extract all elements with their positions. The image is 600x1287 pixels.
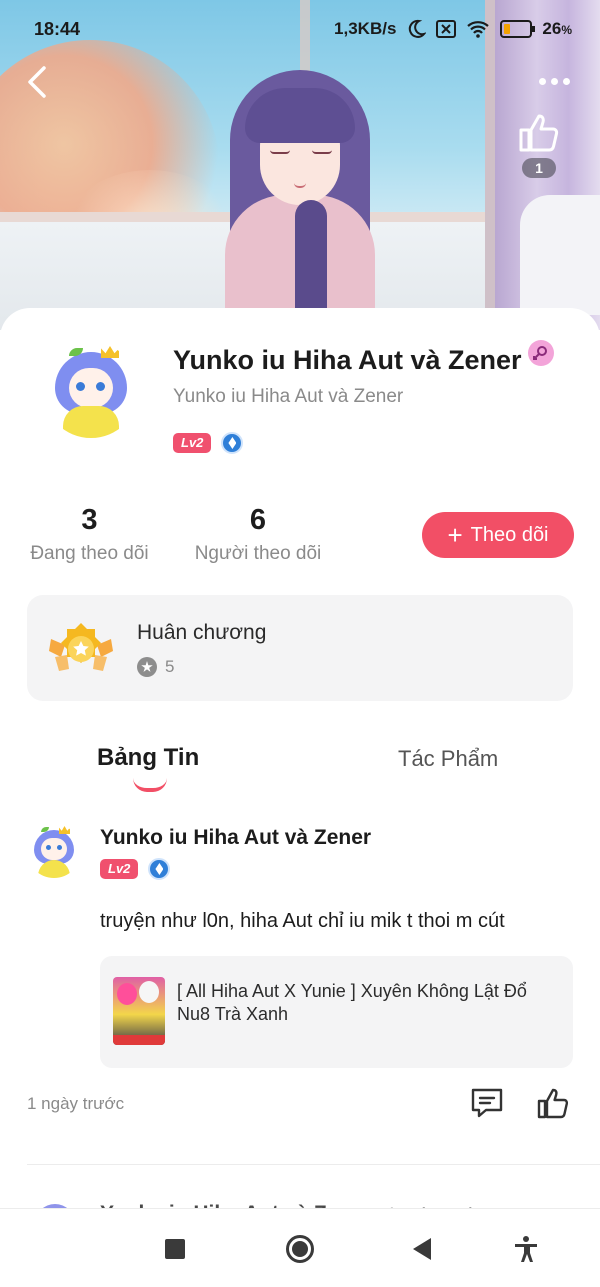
level-badge[interactable]: Lv2 [173,433,212,453]
home-button[interactable] [280,1229,320,1269]
medals-count: 5 [137,657,174,677]
profile-name-text: Yunko iu Hiha Aut và Zener [173,345,522,375]
wifi-icon [467,21,490,38]
post-author-name[interactable]: Yunko iu Hiha Aut và Zener [100,826,371,850]
sim-off-icon [436,20,457,38]
following-stat[interactable]: 3 Đang theo dõi [27,504,152,565]
cover-character [200,70,400,330]
follow-button-label: Theo dõi [470,523,549,546]
cover-sofa [520,195,600,315]
plus-icon: + [447,520,463,550]
follow-button[interactable]: + Theo dõi [422,512,574,558]
story-title: [ All Hiha Aut X Yunie ] Xuyên Không Lật… [177,981,527,1024]
recents-button[interactable] [155,1229,195,1269]
battery-percent: 26% [542,19,572,38]
status-bar: 18:44 1,3KB/s 26% [0,0,600,58]
followers-count: 6 [249,504,267,536]
more-options-button[interactable] [532,66,576,96]
post-text: truyện như l0n, hiha Aut chỉ iu mik t th… [100,910,505,932]
followers-stat[interactable]: 6 Người theo dõi [190,504,326,565]
medals-section[interactable]: Huân chương 5 [27,595,573,701]
network-speed: 1,3KB/s [334,19,397,38]
linked-story-card[interactable]: [ All Hiha Aut X Yunie ] Xuyên Không Lật… [100,956,573,1068]
active-tab-indicator [133,778,167,792]
profile-name: Yunko iu Hiha Aut và Zener [173,340,554,376]
status-right: 1,3KB/s 26% [334,19,572,39]
battery-icon [500,20,536,38]
post-author-badges: Lv2 [100,858,171,880]
story-cover-image [113,977,165,1045]
profile-like-count: 1 [522,158,556,178]
profile-username: Yunko iu Hiha Aut và Zener [173,386,404,407]
medals-title: Huân chương [137,621,267,644]
tab-works[interactable]: Tác Phẩm [398,746,498,772]
recents-square-icon [165,1239,185,1259]
accessibility-icon [515,1236,537,1262]
comment-icon [471,1088,503,1118]
diamond-icon[interactable] [221,432,244,454]
home-circle-icon [286,1235,314,1263]
back-button[interactable] [22,64,58,100]
following-label: Đang theo dõi [30,543,149,564]
chevron-left-icon [28,66,46,98]
medal-icon [49,623,113,671]
nav-back-button[interactable] [402,1229,442,1269]
avatar[interactable] [43,342,139,438]
profile-card: Yunko iu Hiha Aut và Zener Yunko iu Hiha… [0,308,600,1218]
diamond-icon [148,858,171,880]
following-count: 3 [81,504,98,536]
comment-button[interactable] [470,1086,504,1120]
level-badge: Lv2 [100,859,139,879]
female-icon [527,340,554,366]
post-author-avatar[interactable] [27,824,81,878]
post-timestamp: 1 ngày trước [27,1094,125,1113]
system-nav-bar [0,1208,600,1287]
profile-badges: Lv2 [173,432,244,454]
more-dots-icon [538,77,546,85]
tab-feed[interactable]: Bảng Tin [97,744,199,772]
post-like-button[interactable] [536,1086,570,1120]
moon-icon [409,19,427,38]
medals-count-value: 5 [165,657,175,676]
back-triangle-icon [413,1238,431,1260]
thumbs-up-icon [537,1088,569,1119]
followers-label: Người theo dõi [194,543,322,564]
status-time: 18:44 [34,18,81,39]
thumbs-up-icon [519,114,559,152]
profile-like-button[interactable]: 1 [515,110,563,178]
star-icon [137,657,157,677]
accessibility-button[interactable] [506,1229,546,1269]
post-divider [27,1164,600,1165]
